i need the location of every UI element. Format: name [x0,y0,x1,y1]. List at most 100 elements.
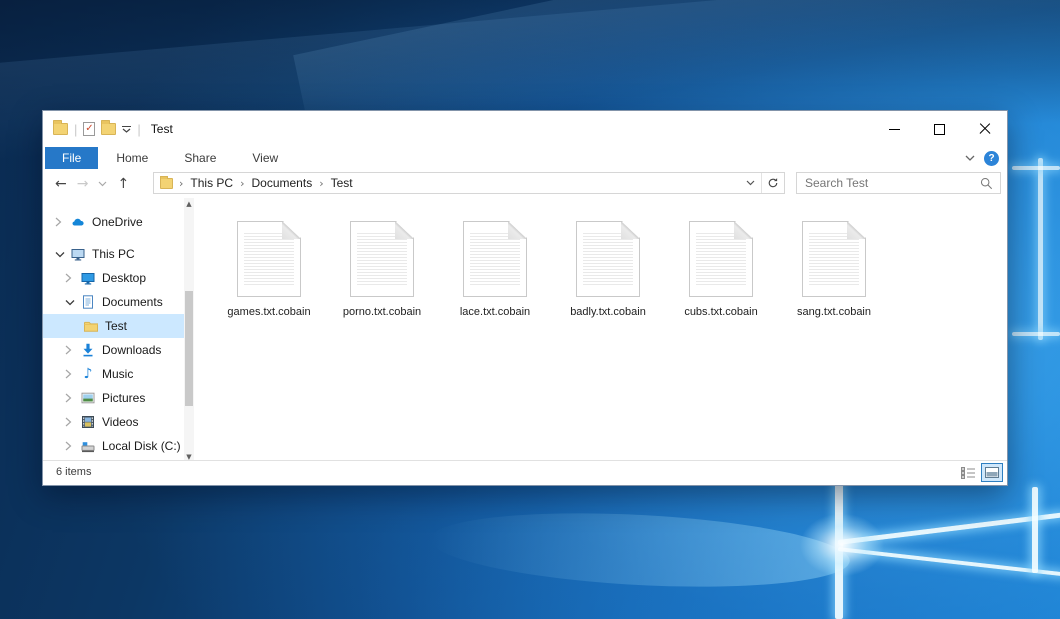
folder-icon [160,178,173,189]
wallpaper-glow [786,503,898,587]
sidebar-item-videos[interactable]: Videos [43,410,184,434]
file-name: sang.txt.cobain [781,306,887,318]
refresh-button[interactable] [762,173,784,193]
close-button[interactable] [962,111,1007,147]
items-count: 6 items [56,466,91,478]
file-name: cubs.txt.cobain [668,306,774,318]
sidebar-item-onedrive[interactable]: OneDrive [43,210,184,234]
sidebar-item-pictures[interactable]: Pictures [43,386,184,410]
sidebar-item-label: Pictures [102,391,145,405]
large-icons-view-button[interactable] [981,463,1003,482]
maximize-button[interactable] [917,111,962,147]
minimize-icon [889,129,900,130]
breadcrumb-separator: › [177,177,185,190]
help-button[interactable]: ? [984,151,999,166]
recent-locations-icon[interactable] [98,181,107,187]
address-bar[interactable]: › This PC › Documents › Test [153,172,785,194]
wallpaper-logo-line [1032,487,1038,573]
local-disk-icon [80,438,96,454]
downloads-icon [80,342,96,358]
sidebar-item-test[interactable]: Test [43,314,184,338]
nav-buttons: ← → ↑ [55,169,129,198]
file-tile[interactable]: sang.txt.cobain [781,221,887,318]
minimize-button[interactable] [872,111,917,147]
sidebar-item-music[interactable]: ♪ Music [43,362,184,386]
wallpaper-logo-line [1012,166,1060,170]
properties-icon[interactable]: ✓ [83,122,95,136]
chevron-right-icon[interactable] [65,369,75,379]
sidebar-item-label: Local Disk (C:) [102,439,181,453]
file-tile[interactable]: lace.txt.cobain [442,221,548,318]
search-box [796,172,1001,194]
chevron-right-icon[interactable] [65,393,75,403]
sidebar-scrollbar[interactable]: ▲ ▼ [184,198,194,463]
quick-access-toolbar: | ✓ | Test [53,111,173,147]
status-bar: 6 items [43,460,1007,485]
sidebar-item-label: Music [102,367,133,381]
tab-share[interactable]: Share [166,147,234,169]
chevron-right-icon[interactable] [65,273,75,283]
ribbon-right-controls: ? [965,147,999,169]
sidebar-item-this-pc[interactable]: This PC [43,242,184,266]
file-name: games.txt.cobain [216,306,322,318]
sidebar-item-label: This PC [92,247,135,261]
wallpaper-logo-line [838,512,1060,545]
explorer-folder-icon[interactable] [53,123,68,135]
file-tile[interactable]: badly.txt.cobain [555,221,661,318]
search-icon[interactable] [980,177,993,190]
up-button[interactable]: ↑ [117,177,129,191]
document-icon [237,221,301,297]
chevron-right-icon[interactable] [65,345,75,355]
file-tile[interactable]: cubs.txt.cobain [668,221,774,318]
tab-home[interactable]: Home [98,147,166,169]
sidebar-item-documents[interactable]: Documents [43,290,184,314]
chevron-down-icon[interactable] [55,251,65,258]
address-dropdown-button[interactable] [739,173,761,193]
toolbar-separator: | [137,122,140,137]
new-folder-icon[interactable] [101,123,116,135]
sidebar-item-label: Documents [102,295,163,309]
tab-file[interactable]: File [45,147,98,169]
pictures-icon [80,390,96,406]
check-icon: ✓ [85,124,93,134]
forward-button[interactable]: → [77,177,89,191]
tab-view[interactable]: View [234,147,296,169]
chevron-down-icon [746,180,755,186]
view-toggle-buttons [957,463,1003,482]
details-view-button[interactable] [957,463,979,482]
customize-quick-access-icon[interactable] [122,126,131,133]
file-name: badly.txt.cobain [555,306,661,318]
wallpaper-floor-glow [428,504,851,596]
chevron-right-icon[interactable] [65,441,75,451]
chevron-right-icon[interactable] [55,217,65,227]
titlebar[interactable]: | ✓ | Test [43,111,1007,147]
sidebar-item-label: Videos [102,415,138,429]
file-tile[interactable]: games.txt.cobain [216,221,322,318]
file-tile[interactable]: porno.txt.cobain [329,221,435,318]
desktop: | ✓ | Test File Home Share View [0,0,1060,619]
window-title: Test [151,122,173,136]
scroll-up-icon[interactable]: ▲ [184,198,194,210]
toolbar-separator: | [74,122,77,137]
breadcrumb-documents[interactable]: Documents [247,176,318,190]
chevron-right-icon[interactable] [65,417,75,427]
wallpaper-logo-line [1012,332,1060,336]
breadcrumb-test[interactable]: Test [326,176,358,190]
wallpaper-logo-line [838,547,1060,576]
sidebar-item-label: Desktop [102,271,146,285]
document-icon [350,221,414,297]
breadcrumb-this-pc[interactable]: This PC [185,176,238,190]
back-button[interactable]: ← [55,177,67,191]
scrollbar-thumb[interactable] [185,291,193,406]
refresh-icon [767,177,779,189]
search-input[interactable] [797,173,980,193]
document-icon [689,221,753,297]
breadcrumb-separator: › [238,177,246,190]
sidebar-item-label: Downloads [102,343,161,357]
sidebar-item-desktop[interactable]: Desktop [43,266,184,290]
sidebar-item-downloads[interactable]: Downloads [43,338,184,362]
videos-icon [80,414,96,430]
sidebar-item-local-disk[interactable]: Local Disk (C:) [43,434,184,458]
expand-ribbon-icon[interactable] [965,155,975,161]
chevron-down-icon[interactable] [65,299,75,306]
